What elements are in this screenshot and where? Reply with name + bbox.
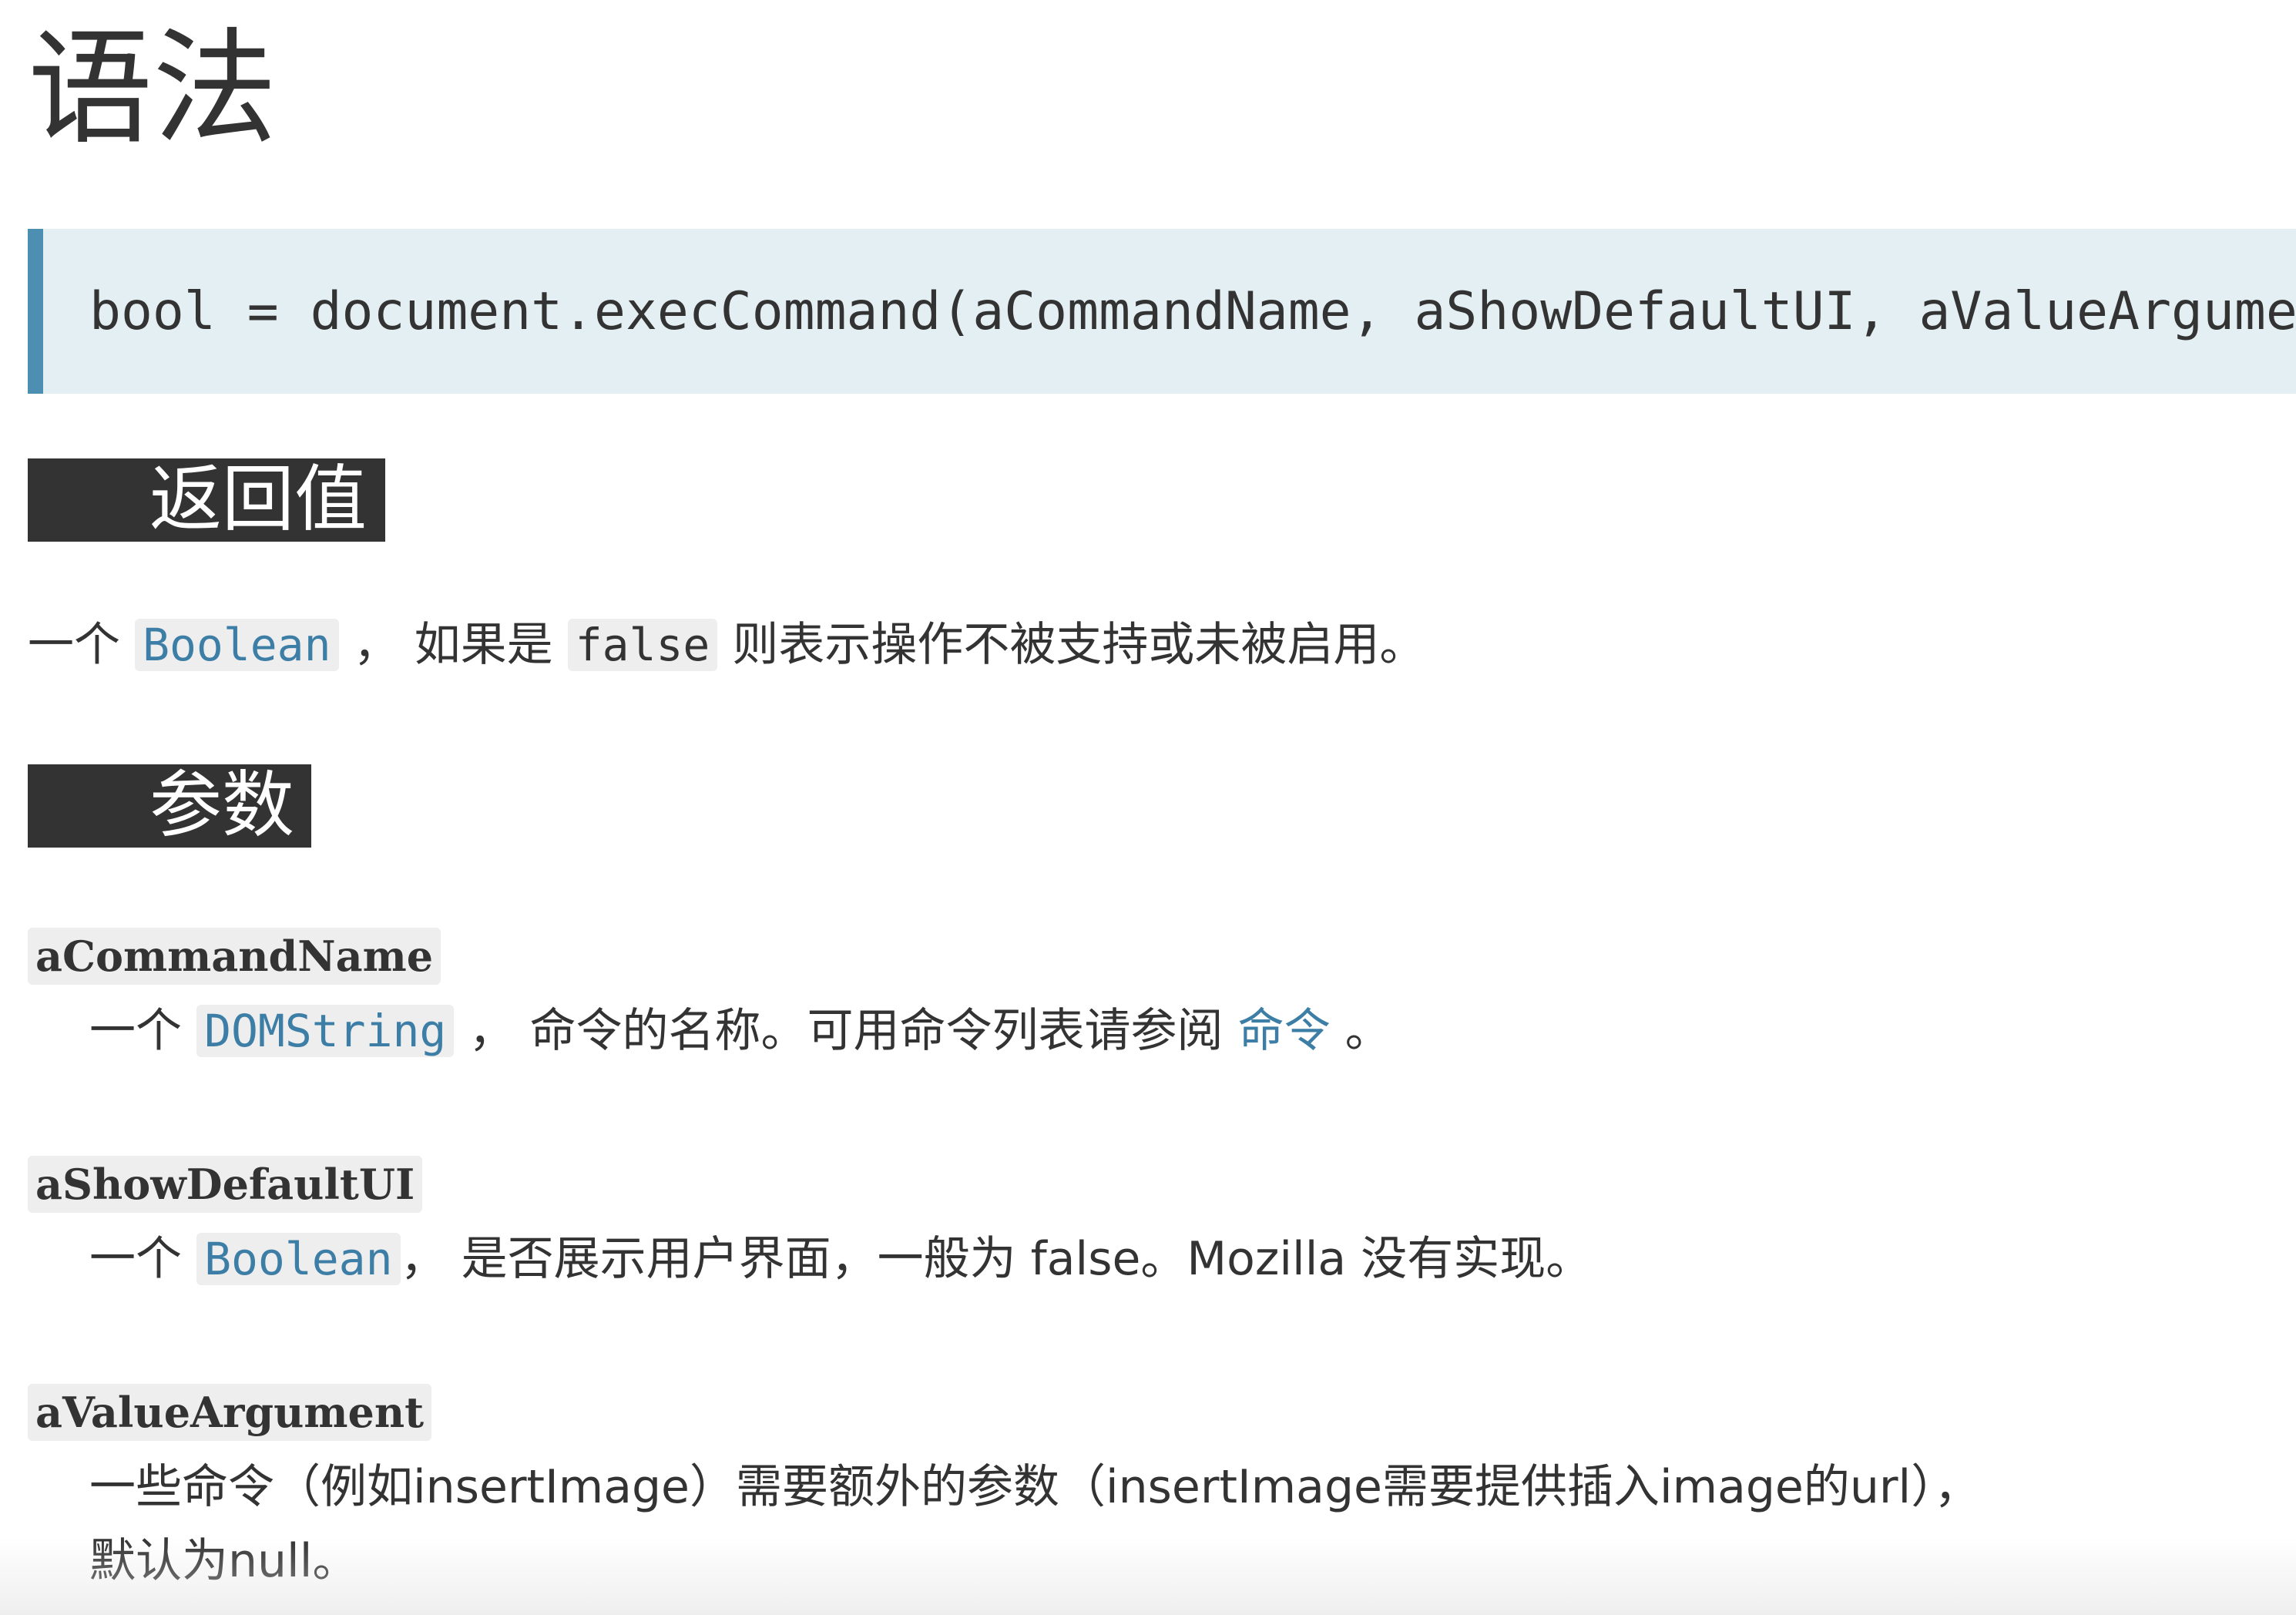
param-desc-text: 。 [1330, 1004, 1391, 1058]
domstring-link[interactable]: DOMString [196, 1005, 455, 1057]
param-name-ashowdefaultui: aShowDefaultUI [28, 1156, 423, 1213]
param-desc-line: 默认为null。 [89, 1534, 359, 1588]
return-text-after: 则表示操作不被支持或未被启用。 [717, 618, 1426, 672]
commands-link[interactable]: 命令 [1238, 1004, 1331, 1058]
param-desc-avalueargument: 一些命令（例如insertImage）需要额外的参数（insertImage需要… [89, 1450, 1980, 1598]
param-desc-ashowdefaultui: 一个 Boolean， 是否展示用户界面，一般为 false。Mozilla 没… [89, 1222, 1592, 1296]
return-value-description: 一个 Boolean ， 如果是 false 则表示操作不被支持或未被启用。 [28, 610, 1425, 680]
return-text-before: 一个 [28, 618, 136, 672]
param-desc-line: 一些命令（例如insertImage）需要额外的参数（insertImage需要… [89, 1460, 1981, 1514]
param-name-avalueargument: aValueArgument [28, 1384, 432, 1441]
return-text-mid: ， 如果是 [338, 618, 568, 672]
param-desc-text: 一个 [89, 1004, 197, 1058]
param-desc-text: ， 是否展示用户界面，一般为 false。Mozilla 没有实现。 [400, 1232, 1593, 1286]
section-title-syntax: 语法 [28, 17, 277, 162]
syntax-box: bool = document.execCommand(aCommandName… [28, 229, 2296, 394]
boolean-link[interactable]: Boolean [196, 1233, 401, 1285]
false-code: false [567, 619, 718, 671]
boolean-link[interactable]: Boolean [135, 619, 339, 671]
syntax-code: bool = document.execCommand(aCommandName… [89, 281, 2296, 342]
param-name-acommandname: aCommandName [28, 928, 441, 985]
param-desc-text: ， 命令的名称。可用命令列表请参阅 [454, 1004, 1238, 1058]
section-title-return-value: 返回值 [28, 458, 385, 542]
param-desc-text: 一个 [89, 1232, 197, 1286]
param-desc-acommandname: 一个 DOMString ， 命令的名称。可用命令列表请参阅 命令 。 [89, 994, 1391, 1068]
section-title-parameters: 参数 [28, 764, 311, 848]
